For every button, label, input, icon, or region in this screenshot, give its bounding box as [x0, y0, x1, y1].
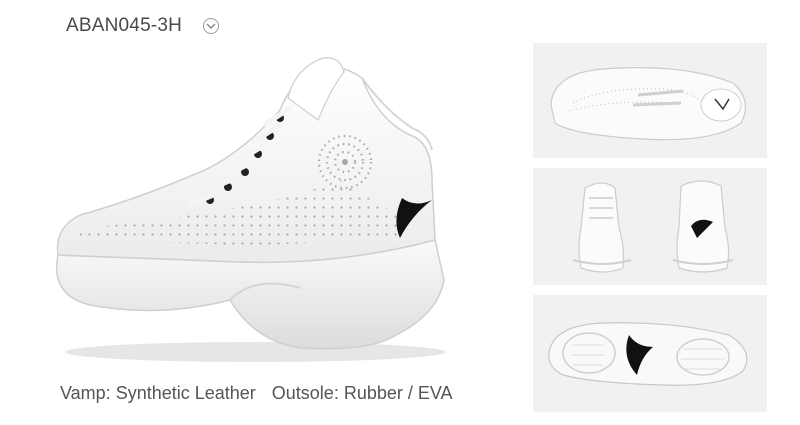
vamp-spec: Vamp: Synthetic Leather — [60, 383, 256, 403]
thumbnail-front-back-view[interactable] — [533, 168, 767, 285]
outsole-spec: Outsole: Rubber / EVA — [271, 383, 453, 403]
chevron-down-icon[interactable] — [203, 18, 219, 34]
thumbnail-sole-view[interactable] — [533, 295, 767, 412]
product-sku: ABAN045-3H — [66, 15, 183, 36]
thumbnail-top-view[interactable] — [533, 43, 767, 158]
material-specs: Vamp: Synthetic Leather Outsole: Rubber /… — [60, 383, 453, 404]
main-product-image[interactable] — [40, 50, 480, 370]
